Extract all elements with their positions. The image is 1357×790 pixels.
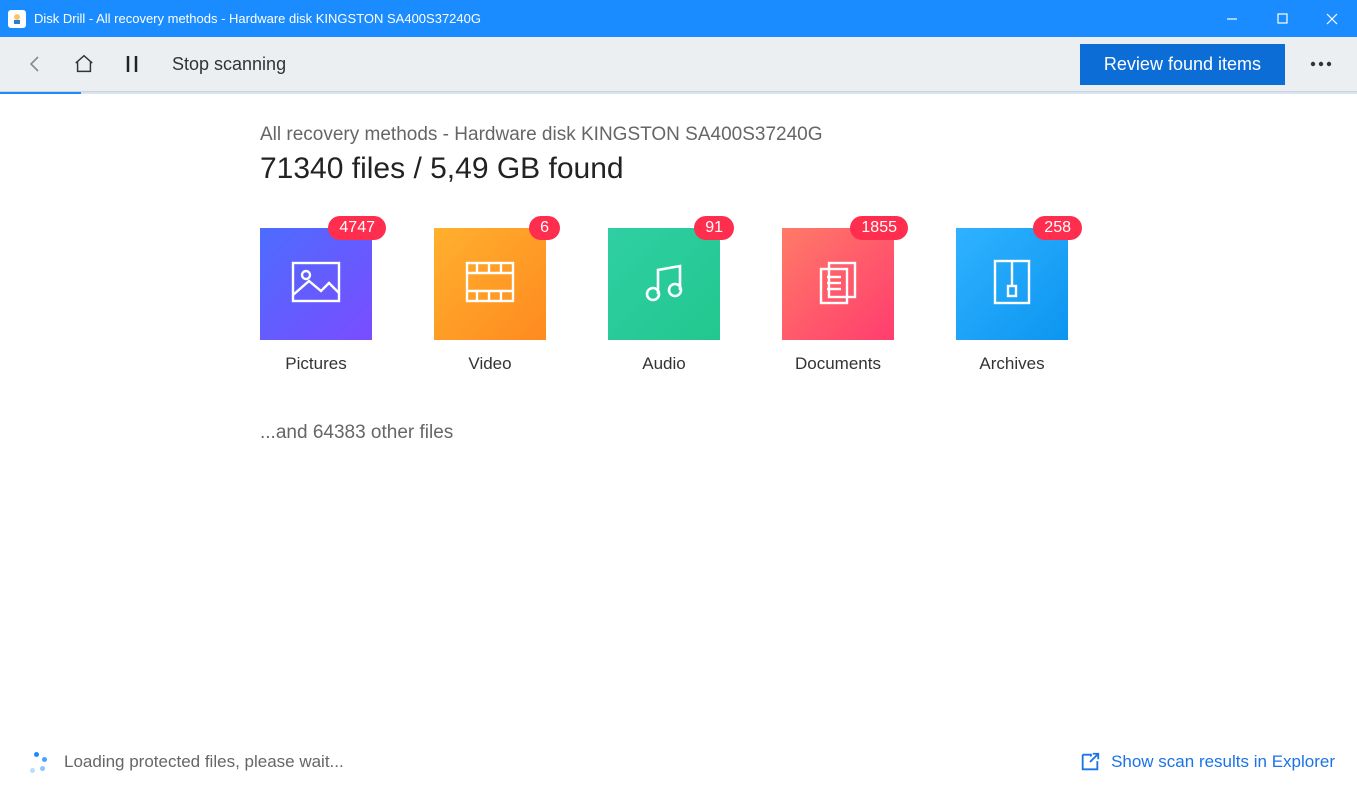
category-tile: 4747: [260, 228, 372, 340]
document-icon: [815, 259, 861, 310]
window-controls: [1207, 0, 1357, 37]
category-archives[interactable]: 258 Archives: [956, 228, 1068, 374]
category-label: Archives: [979, 354, 1044, 374]
back-button[interactable]: [16, 44, 56, 84]
category-label: Video: [468, 354, 511, 374]
category-video[interactable]: 6 Video: [434, 228, 546, 374]
stop-scanning-label[interactable]: Stop scanning: [172, 54, 286, 75]
category-audio[interactable]: 91 Audio: [608, 228, 720, 374]
scan-subtitle: All recovery methods - Hardware disk KIN…: [260, 124, 1357, 146]
window-title: Disk Drill - All recovery methods - Hard…: [34, 11, 1207, 26]
loading-spinner-icon: [22, 748, 50, 776]
category-count-badge: 4747: [328, 216, 386, 240]
image-icon: [291, 261, 341, 308]
review-found-items-button[interactable]: Review found items: [1080, 44, 1285, 85]
category-tile: 1855: [782, 228, 894, 340]
close-button[interactable]: [1307, 0, 1357, 37]
home-button[interactable]: [64, 44, 104, 84]
category-label: Documents: [795, 354, 881, 374]
category-label: Audio: [642, 354, 685, 374]
footer: Loading protected files, please wait... …: [0, 734, 1357, 790]
archive-icon: [992, 258, 1032, 311]
main-content: All recovery methods - Hardware disk KIN…: [0, 94, 1357, 734]
titlebar: Disk Drill - All recovery methods - Hard…: [0, 0, 1357, 37]
show-in-explorer-link[interactable]: Show scan results in Explorer: [1079, 751, 1335, 773]
category-tile: 91: [608, 228, 720, 340]
category-pictures[interactable]: 4747 Pictures: [260, 228, 372, 374]
pause-button[interactable]: [112, 44, 152, 84]
show-in-explorer-label: Show scan results in Explorer: [1111, 752, 1335, 772]
music-icon: [642, 260, 686, 309]
category-count-badge: 6: [529, 216, 560, 240]
toolbar: Stop scanning Review found items: [0, 37, 1357, 92]
category-grid: 4747 Pictures 6 Video 91 Audio 1855 Documents 25…: [260, 228, 1357, 374]
scan-progress-bar: [0, 92, 1357, 94]
more-menu-button[interactable]: [1301, 44, 1341, 84]
category-tile: 6: [434, 228, 546, 340]
film-icon: [465, 261, 515, 308]
app-icon: [8, 10, 26, 28]
category-count-badge: 1855: [850, 216, 908, 240]
category-count-badge: 91: [694, 216, 734, 240]
footer-status-text: Loading protected files, please wait...: [64, 752, 1079, 772]
minimize-button[interactable]: [1207, 0, 1257, 37]
category-tile: 258: [956, 228, 1068, 340]
other-files-text: ...and 64383 other files: [260, 422, 1357, 444]
scan-headline: 71340 files / 5,49 GB found: [260, 152, 1357, 186]
maximize-button[interactable]: [1257, 0, 1307, 37]
category-label: Pictures: [285, 354, 346, 374]
category-documents[interactable]: 1855 Documents: [782, 228, 894, 374]
category-count-badge: 258: [1033, 216, 1082, 240]
